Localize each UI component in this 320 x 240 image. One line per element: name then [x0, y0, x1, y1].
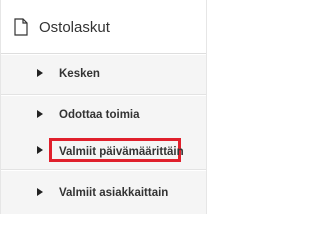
- panel-header[interactable]: Ostolaskut: [1, 0, 206, 54]
- menu-item-odottaa-toimia[interactable]: Odottaa toimia: [1, 96, 206, 136]
- arrow-right-icon: [37, 110, 43, 118]
- purchase-invoices-panel: Ostolaskut Kesken Odottaa toimia Valmiit…: [0, 0, 207, 214]
- menu-item-label: Valmiit päivämäärittäin: [59, 146, 184, 158]
- panel-title: Ostolaskut: [39, 19, 110, 36]
- menu-item-valmiit-paivamaarittain[interactable]: Valmiit päivämäärittäin: [1, 132, 206, 170]
- menu-item-label: Valmiit asiakkaittain: [59, 187, 169, 199]
- menu-item-label: Odottaa toimia: [59, 109, 140, 121]
- arrow-right-icon: [37, 146, 43, 154]
- document-icon: [14, 18, 28, 36]
- arrow-right-icon: [37, 69, 43, 77]
- menu-item-label: Kesken: [59, 68, 100, 80]
- highlight-box: Valmiit päivämäärittäin: [49, 138, 184, 162]
- menu-item-kesken[interactable]: Kesken: [1, 55, 206, 95]
- arrow-right-icon: [37, 188, 43, 196]
- menu-item-valmiit-asiakkaittain[interactable]: Valmiit asiakkaittain: [1, 171, 206, 214]
